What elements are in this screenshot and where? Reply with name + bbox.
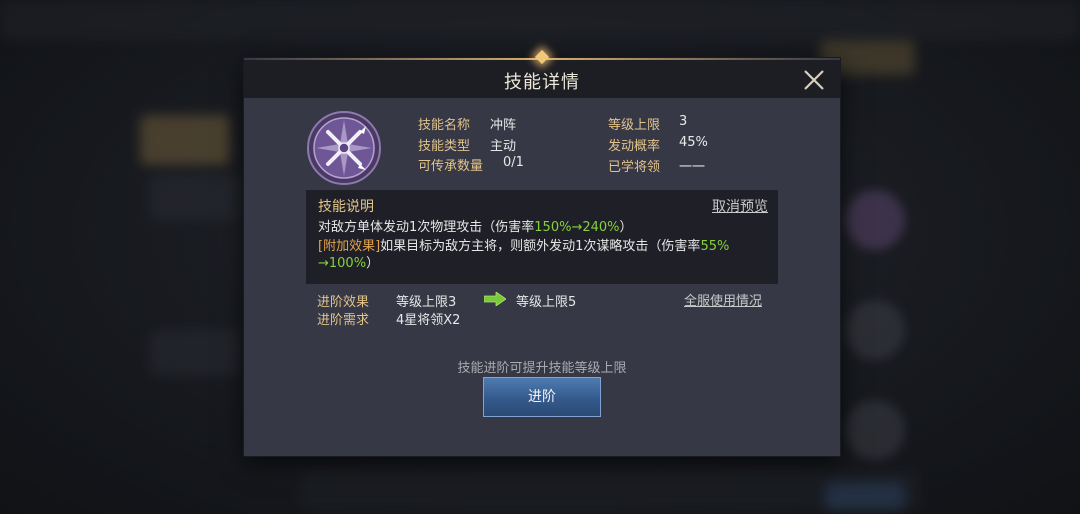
skill-icon (306, 110, 382, 186)
description-title: 技能说明 (318, 199, 374, 215)
crossed-swords-icon (307, 111, 381, 185)
level-cap-label: 等级上限 (608, 118, 661, 133)
skill-name-label: 技能名称 (418, 118, 471, 133)
skill-type-value: 主动 (490, 139, 517, 154)
inherit-count-label: 可传承数量 (418, 159, 484, 174)
damage-rate-value: 55% (700, 239, 730, 254)
arrow-right-icon (484, 292, 506, 306)
close-icon (804, 70, 824, 90)
advance-hint: 技能进阶可提升技能等级上限 (457, 361, 627, 376)
trigger-rate-label: 发动概率 (608, 139, 661, 154)
damage-rate-value: →100% (318, 256, 367, 271)
learned-by-value: 一一 (679, 160, 706, 175)
damage-rate-value: 150%→240% (534, 220, 620, 235)
advance-effect-from: 等级上限3 (396, 295, 457, 310)
description-text: 如果目标为敌方主将，则额外发动1次谋略攻击（伤害率 (380, 239, 701, 254)
advance-effect-label: 进阶效果 (317, 295, 370, 310)
description-line-1: 对敌方单体发动1次物理攻击（伤害率150%→240%） (318, 216, 633, 235)
dialog-header: 技能详情 (244, 60, 840, 98)
level-cap-value: 3 (679, 114, 688, 129)
skill-description-box: 技能说明 取消预览 对敌方单体发动1次物理攻击（伤害率150%→240%） [附… (306, 190, 778, 284)
server-usage-link[interactable]: 全服使用情况 (684, 290, 762, 309)
cancel-preview-link[interactable]: 取消预览 (712, 196, 768, 216)
description-line-2: [附加效果]如果目标为敌方主将，则额外发动1次谋略攻击（伤害率55% (318, 235, 729, 254)
skill-name-value: 冲阵 (490, 118, 517, 133)
close-button[interactable] (802, 68, 826, 92)
advance-requirement-value: 4星将领X2 (396, 313, 461, 328)
advance-requirement-label: 进阶需求 (317, 313, 370, 328)
inherit-count-value: 0/1 (503, 155, 524, 170)
advance-effect-to: 等级上限5 (516, 295, 577, 310)
trigger-rate-value: 45% (679, 135, 708, 150)
description-text: ） (619, 220, 633, 235)
advance-button[interactable]: 进阶 (483, 377, 601, 417)
skill-detail-dialog: 技能详情 技能名称 冲阵 技能类型 主动 可传承数量 0/1 等级上限 3 发动… (244, 49, 840, 456)
skill-type-label: 技能类型 (418, 139, 471, 154)
description-text: 对敌方单体发动1次物理攻击（伤害率 (318, 220, 535, 235)
description-line-3: →100%） (318, 252, 379, 271)
learned-by-label: 已学将领 (608, 160, 661, 175)
description-text: ） (366, 256, 380, 271)
dialog-title: 技能详情 (504, 72, 580, 93)
